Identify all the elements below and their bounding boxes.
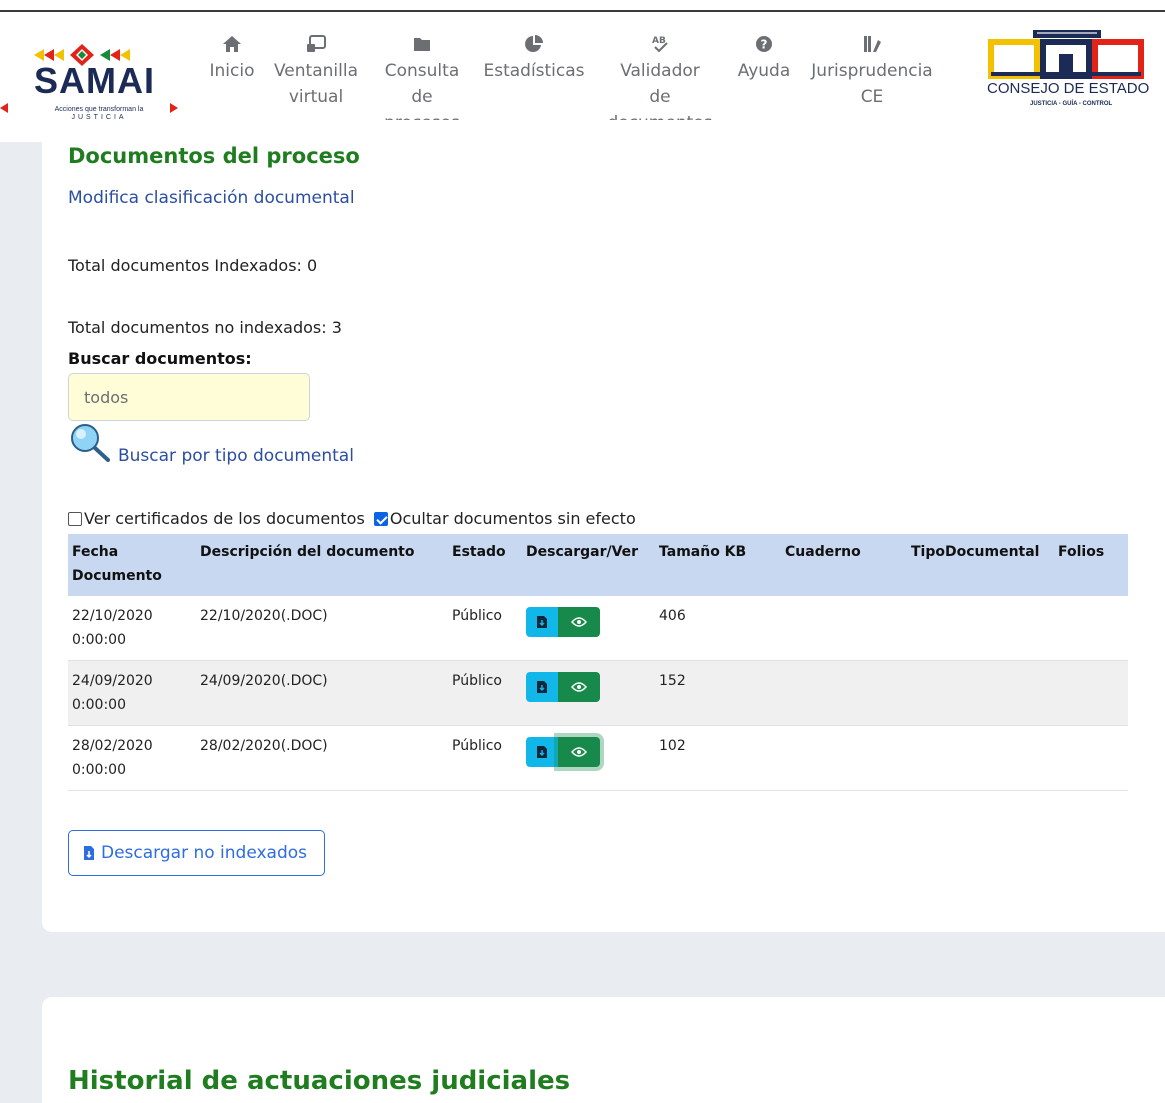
col-folios: Folios bbox=[1054, 534, 1128, 596]
col-estado: Estado bbox=[448, 534, 522, 596]
eye-icon bbox=[571, 747, 587, 757]
left-gutter bbox=[0, 142, 14, 1103]
search-documents-input[interactable] bbox=[68, 373, 310, 421]
total-not-indexed-text: Total documentos no indexados: 3 bbox=[68, 318, 342, 337]
download-button[interactable] bbox=[526, 737, 558, 767]
eye-icon bbox=[571, 682, 587, 692]
cell-tipo bbox=[907, 660, 1054, 726]
filter-checkboxes: Ver certificados de los documentos Ocult… bbox=[68, 509, 636, 528]
col-cuaderno: Cuaderno bbox=[781, 534, 907, 596]
cell-tamano: 152 bbox=[655, 660, 781, 726]
law-book-icon bbox=[808, 34, 936, 54]
cell-descripcion: 28/02/2020(.DOC) bbox=[196, 725, 448, 791]
cell-tipo bbox=[907, 725, 1054, 791]
nav-jurisprudencia-line1: Jurisprudencia bbox=[811, 61, 933, 81]
cell-estado: Público bbox=[448, 660, 522, 726]
cell-descripcion: 22/10/2020(.DOC) bbox=[196, 596, 448, 661]
col-fecha: Fecha Documento bbox=[68, 534, 196, 596]
cell-folios bbox=[1054, 596, 1128, 661]
col-tipo-documental: TipoDocumental bbox=[907, 534, 1054, 596]
cell-descripcion: 24/09/2020(.DOC) bbox=[196, 660, 448, 726]
table-row: 28/02/2020 0:00:00 28/02/2020(.DOC) Públi… bbox=[68, 725, 1128, 791]
download-not-indexed-button[interactable]: Descargar no indexados bbox=[68, 830, 325, 876]
file-download-icon bbox=[537, 746, 547, 758]
cell-cuaderno bbox=[781, 596, 907, 661]
modify-classification-link[interactable]: Modifica clasificación documental bbox=[68, 188, 355, 208]
samai-wordmark: SAMAI bbox=[34, 60, 155, 101]
nav-ventanilla-line1: Ventanilla bbox=[274, 61, 358, 81]
download-button[interactable] bbox=[526, 672, 558, 702]
file-download-icon bbox=[84, 846, 94, 860]
cell-fecha: 28/02/2020 0:00:00 bbox=[68, 725, 196, 791]
certificates-checkbox-label: Ver certificados de los documentos bbox=[84, 509, 365, 528]
table-header-row: Fecha Documento Descripción del documento… bbox=[68, 534, 1128, 596]
cell-folios bbox=[1054, 660, 1128, 726]
table-row: 22/10/2020 0:00:00 22/10/2020(.DOC) Públi… bbox=[68, 596, 1128, 661]
cell-tamano: 406 bbox=[655, 596, 781, 661]
nav-jurisprudencia-ce[interactable]: Jurisprudencia CE bbox=[808, 34, 936, 110]
cell-tipo bbox=[907, 596, 1054, 661]
hide-void-checkbox-label: Ocultar documentos sin efecto bbox=[389, 509, 636, 528]
search-by-type-link[interactable]: Buscar por tipo documental bbox=[118, 446, 354, 466]
cell-tamano: 102 bbox=[655, 725, 781, 791]
pie-chart-icon bbox=[478, 34, 590, 54]
cell-acciones bbox=[522, 660, 655, 726]
nav-validador-line2: de bbox=[649, 87, 671, 107]
file-download-icon bbox=[537, 681, 547, 693]
view-button[interactable] bbox=[558, 672, 600, 702]
cell-fecha: 24/09/2020 0:00:00 bbox=[68, 660, 196, 726]
documents-table: Fecha Documento Descripción del documento… bbox=[68, 534, 1128, 791]
cell-folios bbox=[1054, 725, 1128, 791]
search-documents-label: Buscar documentos: bbox=[68, 349, 252, 368]
nav-jurisprudencia-line2: CE bbox=[860, 87, 884, 107]
consejo-de-estado-logo[interactable]: CONSEJO DE ESTADO JUSTICIA - GUÍA - CONT… bbox=[985, 28, 1150, 128]
download-not-indexed-label: Descargar no indexados bbox=[101, 843, 308, 863]
history-heading: Historial de actuaciones judiciales bbox=[68, 1066, 571, 1096]
hide-void-checkbox[interactable] bbox=[373, 512, 388, 526]
eye-icon bbox=[571, 617, 587, 627]
consejo-de-estado-subtitle: JUSTICIA - GUÍA - CONTROL bbox=[1030, 101, 1113, 107]
documents-heading: Documentos del proceso bbox=[68, 144, 360, 168]
nav-inicio-label: Inicio bbox=[209, 61, 255, 81]
nav-ventanilla-line2: virtual bbox=[288, 87, 344, 107]
nav-validador-line1: Validador bbox=[620, 61, 700, 81]
spellcheck-icon: AB bbox=[604, 34, 716, 54]
nav-ventanilla-virtual[interactable]: Ventanilla virtual bbox=[270, 34, 362, 110]
cell-fecha: 22/10/2020 0:00:00 bbox=[68, 596, 196, 661]
consejo-de-estado-title: CONSEJO DE ESTADO bbox=[987, 80, 1150, 97]
nav-estadisticas-label: Estadísticas bbox=[483, 61, 585, 81]
nav-consulta-line1: Consulta bbox=[384, 61, 460, 81]
samai-logo[interactable]: SAMAI Acciones que transforman la JUSTIC… bbox=[0, 38, 188, 128]
view-button[interactable] bbox=[558, 607, 600, 637]
certificates-checkbox[interactable] bbox=[68, 512, 82, 526]
cell-acciones bbox=[522, 725, 655, 791]
col-descargar: Descargar/Ver bbox=[522, 534, 655, 596]
nav-estadisticas[interactable]: Estadísticas bbox=[478, 34, 590, 84]
download-button[interactable] bbox=[526, 607, 558, 637]
cell-estado: Público bbox=[448, 725, 522, 791]
home-icon bbox=[206, 34, 258, 54]
cell-cuaderno bbox=[781, 725, 907, 791]
nav-ayuda[interactable]: ? Ayuda bbox=[734, 34, 794, 84]
table-row: 24/09/2020 0:00:00 24/09/2020(.DOC) Públi… bbox=[68, 660, 1128, 726]
consejo-de-estado-emblem bbox=[988, 30, 1144, 79]
col-descripcion: Descripción del documento bbox=[196, 534, 448, 596]
cell-acciones bbox=[522, 596, 655, 661]
file-download-icon bbox=[537, 616, 547, 628]
nav-ayuda-label: Ayuda bbox=[737, 61, 791, 81]
folder-icon bbox=[380, 34, 464, 54]
magnifier-icon[interactable] bbox=[68, 422, 114, 464]
question-icon: ? bbox=[734, 34, 794, 54]
nav-inicio[interactable]: Inicio bbox=[206, 34, 258, 84]
cell-cuaderno bbox=[781, 660, 907, 726]
col-tamano: Tamaño KB bbox=[655, 534, 781, 596]
window-icon bbox=[270, 34, 362, 54]
svg-text:?: ? bbox=[761, 38, 768, 52]
total-indexed-text: Total documentos Indexados: 0 bbox=[68, 256, 318, 275]
header-top-border bbox=[0, 10, 1165, 12]
cell-estado: Público bbox=[448, 596, 522, 661]
view-button[interactable] bbox=[558, 737, 600, 767]
nav-consulta-line2: de bbox=[411, 87, 433, 107]
svg-text:AB: AB bbox=[652, 36, 666, 46]
